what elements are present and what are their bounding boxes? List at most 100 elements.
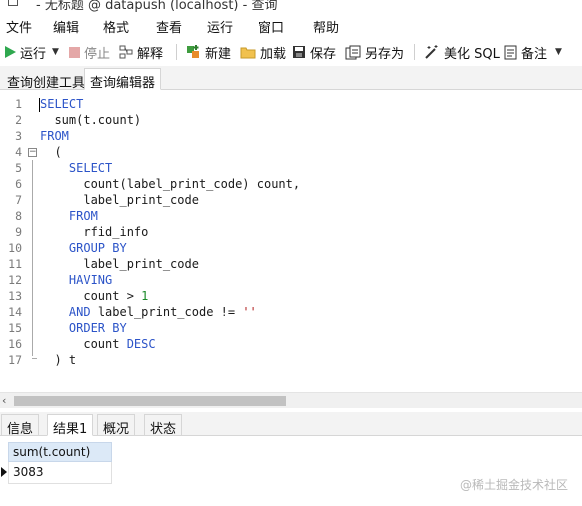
fold-collapse-icon[interactable]: − [28, 148, 37, 157]
code-line[interactable]: 6 count(label_print_code) count, [0, 176, 582, 192]
code-line[interactable]: 3 FROM [0, 128, 582, 144]
sql-keyword: FROM [40, 129, 69, 143]
column-header[interactable]: sum(t.count) [8, 442, 112, 462]
code-text: ORDER BY [40, 320, 127, 336]
code-text: SELECT [40, 160, 112, 176]
save-button[interactable]: 保存 [292, 42, 336, 62]
code-text: label_print_code [40, 192, 199, 208]
tab-query-builder[interactable]: 查询创建工具 [1, 68, 91, 91]
code-line[interactable]: 11 label_print_code [0, 256, 582, 272]
code-line[interactable]: 16 count DESC [0, 336, 582, 352]
code-line[interactable]: 4 (− [0, 144, 582, 160]
comment-icon [504, 45, 517, 59]
save-label: 保存 [310, 46, 337, 62]
app-icon [8, 0, 18, 6]
menu-help[interactable]: 帮助 [309, 17, 343, 36]
run-label: 运行 [20, 46, 47, 62]
code-text: HAVING [40, 272, 112, 288]
tab-profile[interactable]: 概况 [97, 414, 136, 437]
tab-query-editor[interactable]: 查询编辑器 [84, 68, 162, 91]
line-number: 15 [8, 321, 22, 335]
sql-token: label_print_code [40, 193, 199, 207]
code-text: count(label_print_code) count, [40, 176, 300, 192]
code-line[interactable]: 9 rfid_info [0, 224, 582, 240]
menu-edit[interactable]: 编辑 [49, 17, 83, 36]
scrollbar-thumb[interactable] [14, 396, 286, 406]
sql-token: label_print_code [40, 257, 199, 271]
explain-button[interactable]: 解释 [119, 42, 163, 62]
code-line[interactable]: 7 label_print_code [0, 192, 582, 208]
sql-token: rfid_info [40, 225, 149, 239]
tab-info[interactable]: 信息 [1, 414, 40, 437]
line-number: 14 [8, 305, 22, 319]
code-line[interactable]: 15 ORDER BY [0, 320, 582, 336]
code-line[interactable]: 13 count > 1 [0, 288, 582, 304]
window-title: - 无标题 @ datapush (localhost) - 查询 [36, 0, 278, 12]
sql-token: label_print_code != [90, 305, 243, 319]
load-label: 加载 [260, 46, 287, 62]
comment-dropdown-icon[interactable]: ▼ [555, 47, 562, 57]
code-line[interactable]: 8 FROM [0, 208, 582, 224]
save-as-label: 另存为 [365, 46, 405, 62]
magic-wand-icon [425, 45, 438, 59]
sql-editor[interactable]: 1 SELECT 2 sum(t.count) 3 FROM 4 (−5 SELECT 6 … [0, 94, 582, 392]
result-tab-bar: 信息 结果1 概况 状态 [0, 412, 582, 437]
current-row-indicator-icon [1, 467, 7, 477]
menu-window[interactable]: 窗口 [254, 17, 288, 36]
beautify-sql-button[interactable]: 美化 SQL [424, 42, 500, 62]
code-text: count > 1 [40, 288, 148, 304]
comment-button[interactable]: 备注 ▼ [504, 42, 562, 62]
result-cell[interactable]: 3083 [8, 462, 112, 484]
line-number: 8 [15, 209, 22, 223]
code-line[interactable]: 12 HAVING [0, 272, 582, 288]
line-number: 7 [15, 193, 22, 207]
line-number: 12 [8, 273, 22, 287]
folder-icon [240, 47, 256, 59]
code-line[interactable]: 1 SELECT [0, 96, 582, 112]
menu-format[interactable]: 格式 [99, 17, 133, 36]
menu-bar: 文件 编辑 格式 查看 运行 窗口 帮助 [0, 14, 582, 38]
code-text: FROM [40, 128, 69, 144]
save-as-button[interactable]: 另存为 [345, 42, 404, 62]
run-dropdown-icon[interactable]: ▼ [52, 47, 59, 57]
line-number: 2 [15, 113, 22, 127]
sql-token: sum(t.count) [40, 113, 142, 127]
code-line[interactable]: 17 ) t [0, 352, 582, 368]
menu-file[interactable]: 文件 [2, 17, 36, 36]
load-button[interactable]: 加载 [240, 42, 286, 62]
play-icon [5, 46, 16, 58]
text-cursor [39, 98, 40, 112]
code-line[interactable]: 10 GROUP BY [0, 240, 582, 256]
editor-tab-bar: 查询创建工具 查询编辑器 [0, 66, 582, 91]
code-text: AND label_print_code != '' [40, 304, 257, 320]
tab-status[interactable]: 状态 [144, 414, 183, 437]
line-number: 4 [15, 145, 22, 159]
run-button[interactable]: 运行 ▼ [4, 42, 59, 62]
stop-label: 停止 [84, 46, 111, 62]
explain-label: 解释 [137, 46, 164, 62]
stop-icon [69, 46, 80, 58]
scroll-left-icon[interactable]: ‹ [2, 393, 6, 409]
editor-horizontal-scrollbar[interactable]: ‹ [0, 392, 582, 408]
tab-result-1[interactable]: 结果1 [47, 414, 94, 437]
sql-keyword: SELECT [40, 97, 84, 111]
code-line[interactable]: 2 sum(t.count) [0, 112, 582, 128]
toolbar-divider [414, 44, 415, 60]
code-line[interactable]: 14 AND label_print_code != '' [0, 304, 582, 320]
code-line[interactable]: 5 SELECT [0, 160, 582, 176]
save-as-icon [345, 45, 361, 59]
stop-button[interactable]: 停止 [69, 42, 110, 62]
line-number: 16 [8, 337, 22, 351]
explain-icon [119, 45, 133, 59]
code-text: GROUP BY [40, 240, 127, 256]
new-button[interactable]: 新建 [185, 42, 231, 62]
code-text: label_print_code [40, 256, 199, 272]
menu-run[interactable]: 运行 [203, 17, 237, 36]
sql-keyword: FROM [68, 209, 98, 223]
sql-keyword: ORDER BY [68, 321, 127, 335]
menu-view[interactable]: 查看 [152, 17, 186, 36]
